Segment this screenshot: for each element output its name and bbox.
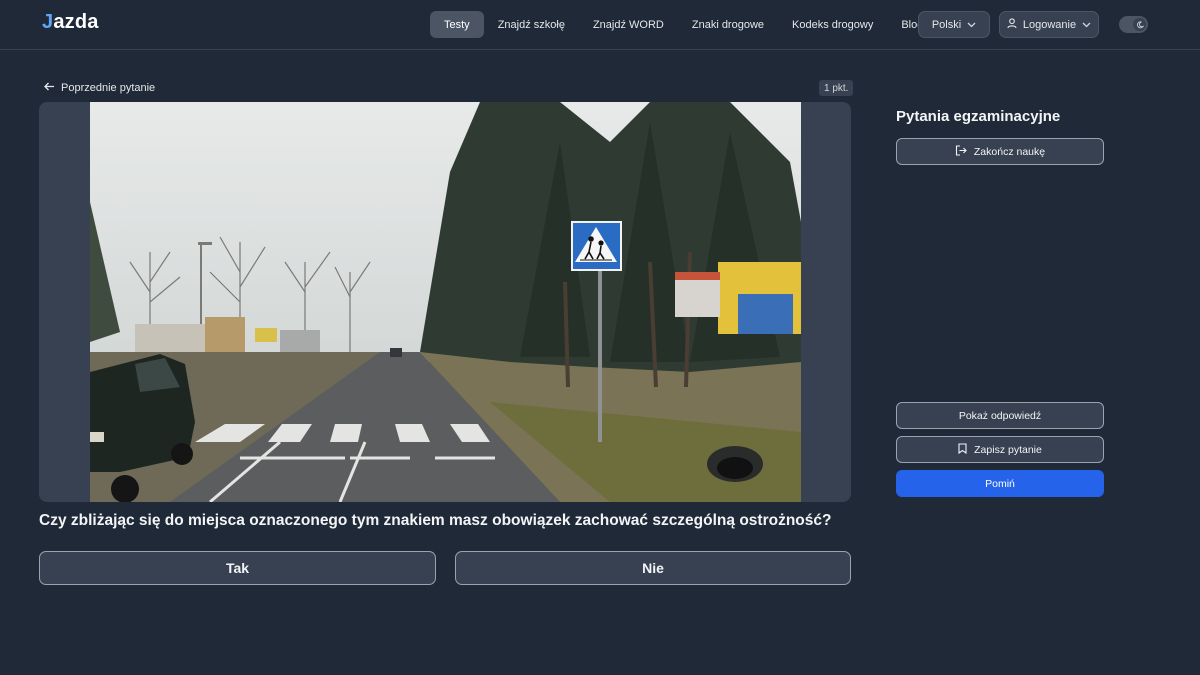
bookmark-icon	[958, 442, 967, 457]
arrow-left-icon	[44, 82, 55, 94]
chevron-down-icon	[1082, 20, 1091, 30]
points-badge: 1 pkt.	[819, 80, 854, 96]
login-label: Logowanie	[1022, 18, 1077, 31]
login-button[interactable]: Logowanie	[999, 11, 1099, 38]
main-nav: Testy Znajdź szkołę Znajdź WORD Znaki dr…	[430, 11, 937, 38]
answer-yes-button[interactable]: Tak	[39, 551, 436, 585]
sidebar-title: Pytania egzaminacyjne	[896, 108, 1061, 125]
nav-link-highway-code[interactable]: Kodeks drogowy	[778, 11, 887, 38]
logo-mark: J	[42, 11, 54, 33]
end-learning-label: Zakończ naukę	[973, 145, 1046, 158]
moon-icon	[1133, 18, 1146, 31]
user-icon	[1007, 17, 1017, 32]
nav-link-testy[interactable]: Testy	[430, 11, 484, 38]
logout-icon	[955, 144, 967, 159]
logo-text: azda	[53, 11, 99, 33]
show-answer-button[interactable]: Pokaż odpowiedź	[896, 402, 1104, 429]
previous-question-label: Poprzednie pytanie	[61, 82, 156, 94]
language-label: Polski	[931, 18, 962, 31]
save-question-button[interactable]: Zapisz pytanie	[896, 436, 1104, 463]
answer-no-button[interactable]: Nie	[455, 551, 851, 585]
logo[interactable]: Jazda	[42, 11, 99, 34]
save-question-label: Zapisz pytanie	[974, 443, 1042, 456]
nav-link-find-word[interactable]: Znajdź WORD	[579, 11, 678, 38]
skip-button[interactable]: Pomiń	[896, 470, 1104, 497]
question-text: Czy zbliżając się do miejsca oznaczonego…	[39, 512, 832, 529]
question-image-frame	[39, 102, 851, 502]
previous-question-link[interactable]: Poprzednie pytanie	[44, 80, 155, 96]
nav-link-road-signs[interactable]: Znaki drogowe	[678, 11, 778, 38]
nav-link-find-school[interactable]: Znajdź szkołę	[484, 11, 579, 38]
theme-toggle[interactable]	[1119, 16, 1148, 33]
language-select[interactable]: Polski	[918, 11, 990, 38]
end-learning-button[interactable]: Zakończ naukę	[896, 138, 1104, 165]
question-image	[90, 102, 801, 502]
top-navbar: Jazda Testy Znajdź szkołę Znajdź WORD Zn…	[0, 0, 1200, 50]
chevron-down-icon	[967, 20, 976, 30]
